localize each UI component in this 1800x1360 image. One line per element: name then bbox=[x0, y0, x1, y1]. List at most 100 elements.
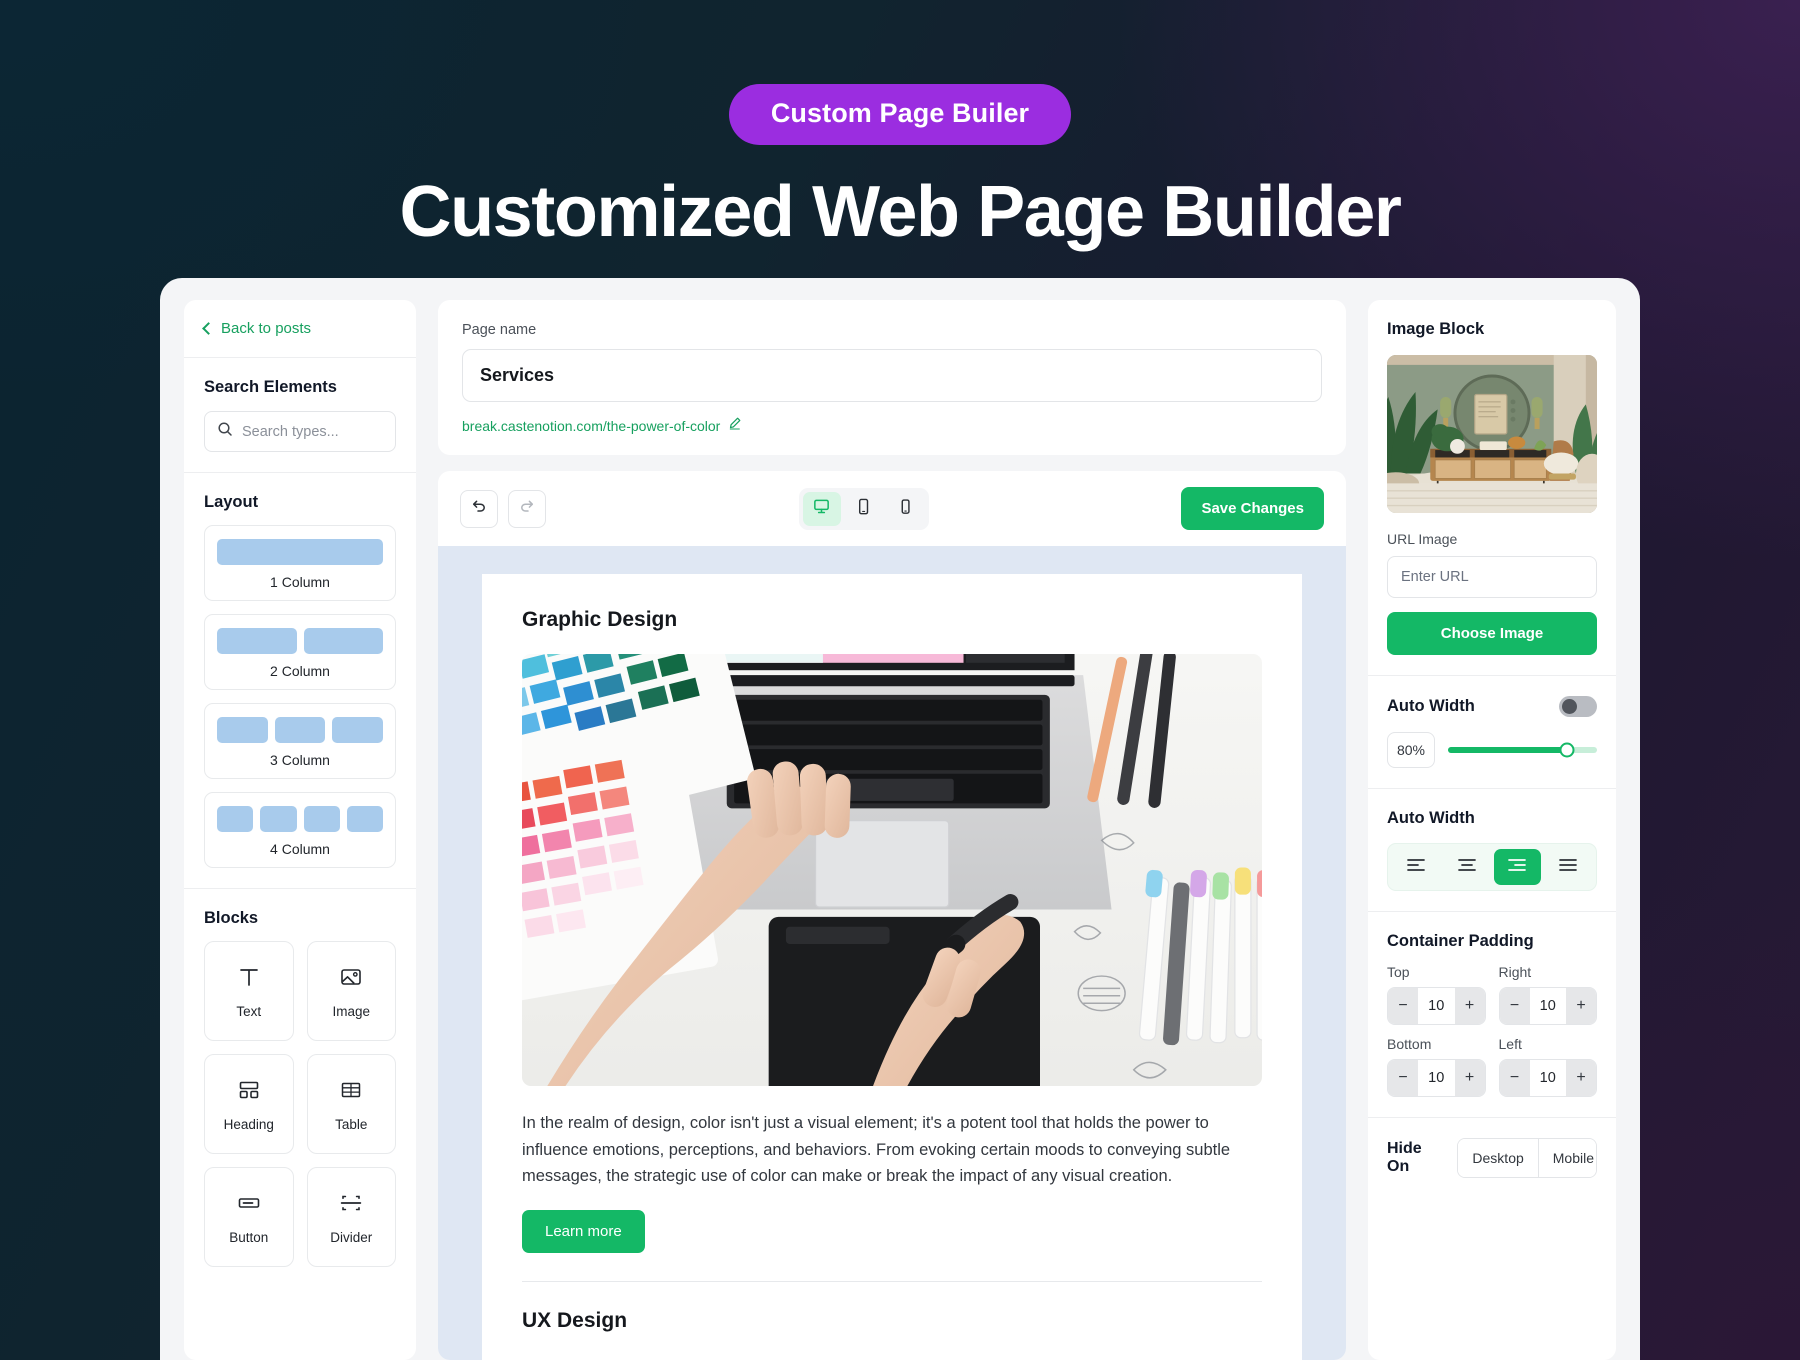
layout-option-4-column[interactable]: 4 Column bbox=[204, 792, 396, 868]
block-table[interactable]: Table bbox=[306, 1054, 396, 1154]
hide-on-desktop-button[interactable]: Desktop bbox=[1458, 1139, 1538, 1177]
align-right-button[interactable] bbox=[1494, 849, 1541, 885]
history-controls bbox=[460, 489, 546, 528]
search-input-wrapper[interactable] bbox=[204, 411, 396, 452]
search-elements-title: Search Elements bbox=[204, 378, 337, 396]
device-preview-switcher bbox=[798, 487, 929, 530]
layout-label: 2 Column bbox=[270, 663, 330, 679]
padding-right-decrement[interactable]: − bbox=[1499, 988, 1530, 1024]
padding-top-decrement[interactable]: − bbox=[1388, 988, 1418, 1024]
choose-image-button[interactable]: Choose Image bbox=[1387, 612, 1597, 655]
layout-preview bbox=[217, 806, 383, 832]
align-justify-button[interactable] bbox=[1545, 849, 1592, 885]
padding-left-stepper[interactable]: − 10 + bbox=[1498, 1059, 1597, 1097]
pencil-icon[interactable] bbox=[728, 416, 742, 435]
canvas-divider bbox=[522, 1281, 1262, 1283]
layout-label: 1 Column bbox=[270, 574, 330, 590]
container-padding-section: Container Padding Top − 10 + Right − 10 bbox=[1368, 912, 1616, 1118]
device-tablet-button[interactable] bbox=[845, 492, 883, 526]
divider-icon bbox=[338, 1190, 364, 1221]
padding-top-value: 10 bbox=[1418, 988, 1455, 1024]
padding-bottom-label: Bottom bbox=[1387, 1036, 1432, 1052]
align-right-icon bbox=[1507, 858, 1527, 877]
block-button[interactable]: Button bbox=[204, 1167, 294, 1267]
canvas-next-heading: UX Design bbox=[522, 1309, 628, 1333]
hide-on-label: Hide On bbox=[1387, 1140, 1422, 1175]
hide-on-section: Hide On Desktop Mobile bbox=[1368, 1118, 1616, 1198]
padding-bottom-value: 10 bbox=[1418, 1060, 1455, 1096]
padding-top-stepper[interactable]: − 10 + bbox=[1387, 987, 1486, 1025]
padding-bottom-stepper[interactable]: − 10 + bbox=[1387, 1059, 1486, 1097]
padding-bottom-increment[interactable]: + bbox=[1454, 1060, 1485, 1096]
image-thumbnail[interactable] bbox=[1387, 355, 1597, 513]
width-slider[interactable] bbox=[1448, 742, 1597, 758]
block-divider[interactable]: Divider bbox=[306, 1167, 396, 1267]
app-window: Back to posts Search Elements Layout 1 C… bbox=[160, 278, 1640, 1360]
back-to-posts-link[interactable]: Back to posts bbox=[202, 320, 396, 337]
align-left-button[interactable] bbox=[1393, 849, 1440, 885]
padding-right-increment[interactable]: + bbox=[1566, 988, 1596, 1024]
block-label: Text bbox=[236, 1003, 262, 1019]
block-heading[interactable]: Heading bbox=[204, 1054, 294, 1154]
page-name-input[interactable] bbox=[462, 349, 1322, 402]
page-meta-panel: Page name break.castenotion.com/the-powe… bbox=[438, 300, 1346, 455]
align-left-icon bbox=[1406, 858, 1426, 877]
mobile-icon bbox=[896, 497, 915, 521]
block-image[interactable]: Image bbox=[306, 941, 396, 1041]
layout-option-1-column[interactable]: 1 Column bbox=[204, 525, 396, 601]
block-text[interactable]: Text bbox=[204, 941, 294, 1041]
padding-left-value: 10 bbox=[1529, 1060, 1566, 1096]
padding-top-label: Top bbox=[1387, 964, 1410, 980]
url-image-input[interactable] bbox=[1387, 556, 1597, 598]
width-slider-knob[interactable] bbox=[1559, 742, 1575, 758]
blocks-grid: Text Image Heading Table Button Divider bbox=[204, 941, 396, 1267]
search-input[interactable] bbox=[242, 423, 383, 440]
tablet-icon bbox=[854, 497, 873, 521]
align-center-button[interactable] bbox=[1444, 849, 1491, 885]
redo-arrow-icon bbox=[518, 497, 536, 520]
redo-button[interactable] bbox=[508, 489, 546, 528]
device-mobile-button[interactable] bbox=[887, 492, 925, 526]
hide-on-row: Hide On Desktop Mobile bbox=[1387, 1138, 1597, 1178]
padding-bottom-field: Bottom − 10 + bbox=[1387, 1036, 1486, 1097]
align-justify-icon bbox=[1558, 858, 1578, 877]
back-to-posts-label: Back to posts bbox=[221, 320, 312, 337]
block-label: Table bbox=[335, 1116, 368, 1132]
center-column: Page name break.castenotion.com/the-powe… bbox=[438, 300, 1346, 1360]
image-icon bbox=[338, 964, 364, 995]
auto-width-section: Auto Width 80% bbox=[1368, 676, 1616, 789]
undo-button[interactable] bbox=[460, 489, 498, 528]
padding-bottom-decrement[interactable]: − bbox=[1388, 1060, 1418, 1096]
block-label: Image bbox=[332, 1003, 371, 1019]
padding-top-increment[interactable]: + bbox=[1454, 988, 1485, 1024]
canvas-area: Graphic Design In the realm of design, c… bbox=[438, 546, 1346, 1360]
auto-width-label: Auto Width bbox=[1387, 697, 1475, 715]
blocks-section-title: Blocks bbox=[204, 909, 259, 927]
alignment-label: Auto Width bbox=[1387, 809, 1475, 827]
device-desktop-button[interactable] bbox=[802, 491, 841, 526]
layout-preview bbox=[217, 717, 384, 743]
layout-option-2-column[interactable]: 2 Column bbox=[204, 614, 396, 690]
padding-top-field: Top − 10 + bbox=[1387, 964, 1486, 1025]
layout-preview bbox=[217, 539, 383, 565]
page-url-row[interactable]: break.castenotion.com/the-power-of-color bbox=[462, 416, 1322, 435]
canvas-paragraph: In the realm of design, color isn't just… bbox=[522, 1114, 1231, 1186]
inspector-title: Image Block bbox=[1387, 320, 1485, 338]
padding-left-field: Left − 10 + bbox=[1498, 1036, 1597, 1097]
learn-more-button[interactable]: Learn more bbox=[522, 1210, 645, 1254]
block-label: Button bbox=[229, 1229, 269, 1245]
hide-on-mobile-button[interactable]: Mobile bbox=[1537, 1139, 1597, 1177]
padding-right-label: Right bbox=[1498, 964, 1532, 980]
save-changes-button[interactable]: Save Changes bbox=[1181, 487, 1324, 530]
padding-left-decrement[interactable]: − bbox=[1499, 1060, 1530, 1096]
table-icon bbox=[338, 1077, 364, 1108]
editor-panel: Save Changes Graphic Design In the realm… bbox=[438, 471, 1346, 1360]
padding-right-stepper[interactable]: − 10 + bbox=[1498, 987, 1597, 1025]
layout-option-3-column[interactable]: 3 Column bbox=[204, 703, 396, 779]
padding-left-increment[interactable]: + bbox=[1566, 1060, 1596, 1096]
width-slider-row: 80% bbox=[1387, 732, 1597, 768]
auto-width-toggle[interactable] bbox=[1559, 696, 1597, 717]
alignment-section: Auto Width bbox=[1368, 789, 1616, 912]
canvas-image[interactable] bbox=[522, 654, 1262, 1086]
undo-arrow-icon bbox=[470, 497, 488, 520]
